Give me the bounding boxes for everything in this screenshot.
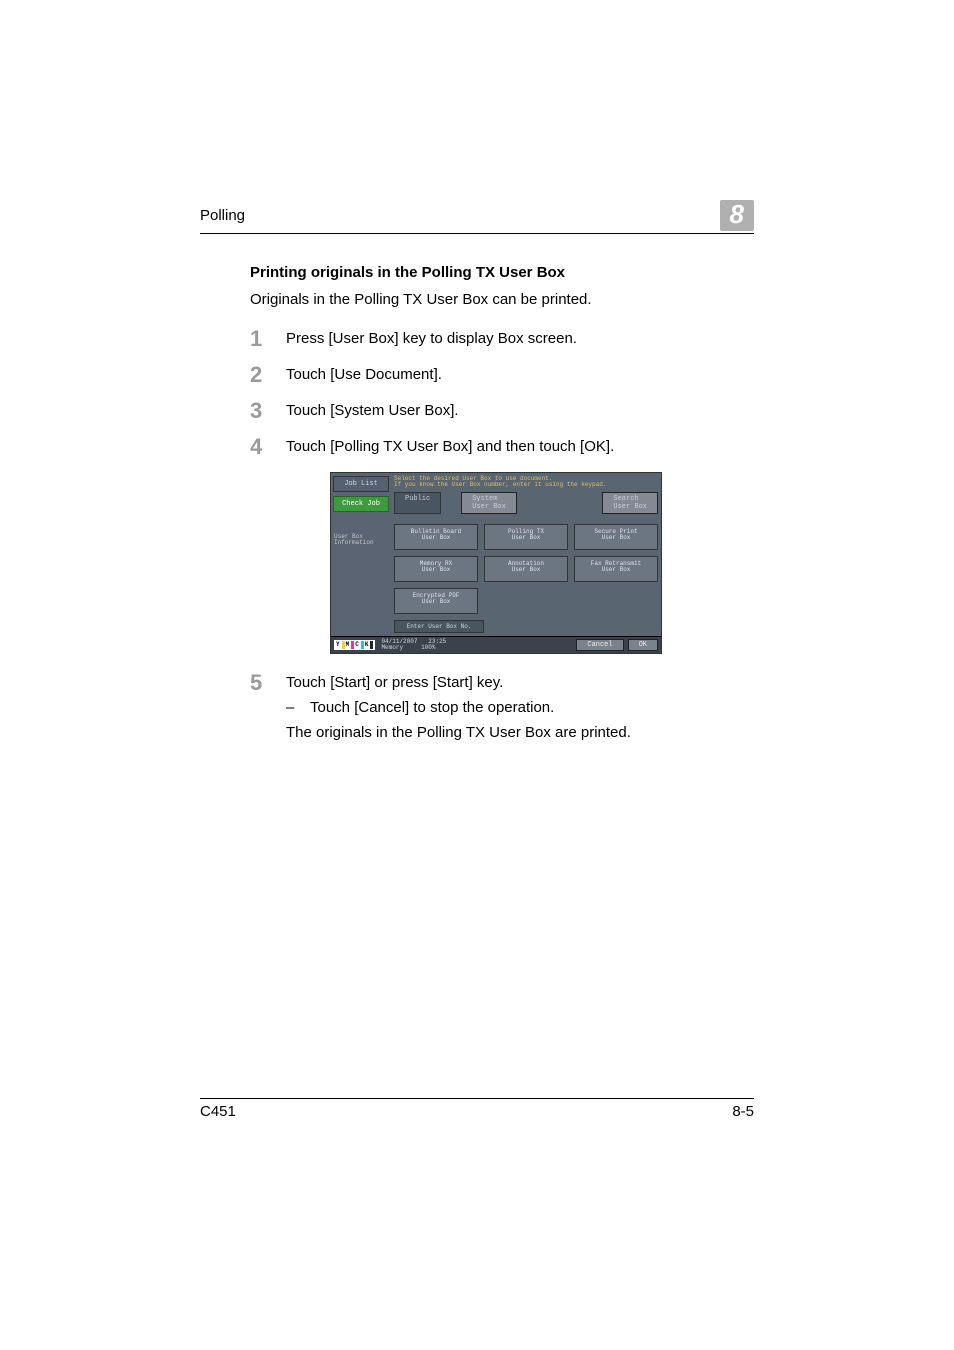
tab-public[interactable]: Public — [394, 492, 441, 514]
step-5: 5 Touch [Start] or press [Start] key. – … — [250, 672, 754, 741]
section-heading: Printing originals in the Polling TX Use… — [250, 264, 754, 281]
memory-label: Memory — [381, 644, 403, 651]
page-footer: C451 8-5 — [200, 1098, 754, 1120]
page-header: Polling 8 — [200, 200, 754, 234]
step-2: 2 Touch [Use Document]. — [250, 364, 754, 386]
step-text: Touch [Start] or press [Start] key. — [286, 674, 631, 691]
step-number: 3 — [250, 400, 286, 422]
memory-value: 100% — [421, 644, 435, 651]
step-3: 3 Touch [System User Box]. — [250, 400, 754, 422]
step-text: Touch [Use Document]. — [286, 364, 442, 383]
step-text: Touch [System User Box]. — [286, 400, 459, 419]
user-box-info-label: User BoxInformation — [333, 532, 389, 548]
tab-search[interactable]: SearchUser Box — [602, 492, 658, 514]
model-label: C451 — [200, 1103, 236, 1120]
step-number: 4 — [250, 436, 286, 458]
annotation-box[interactable]: AnnotationUser Box — [484, 556, 568, 582]
step-text: Press [User Box] key to display Box scre… — [286, 328, 577, 347]
memory-rx-box[interactable]: Memory RXUser Box — [394, 556, 478, 582]
toner-indicator: Y M C K — [334, 640, 375, 650]
cancel-button[interactable]: Cancel — [576, 639, 623, 651]
tab-system[interactable]: SystemUser Box — [461, 492, 517, 514]
intro-text: Originals in the Polling TX User Box can… — [250, 291, 754, 308]
secure-print-box[interactable]: Secure PrintUser Box — [574, 524, 658, 550]
step-text: Touch [Polling TX User Box] and then tou… — [286, 436, 614, 455]
check-job-button[interactable]: Check Job — [333, 496, 389, 512]
header-title: Polling — [200, 207, 245, 224]
fax-retransmit-box[interactable]: Fax RetransmitUser Box — [574, 556, 658, 582]
step-sub-bullet: – Touch [Cancel] to stop the operation. — [286, 699, 631, 716]
device-screenshot: Job List Check Job User BoxInformation S… — [330, 472, 662, 654]
box-grid: Bulletin BoardUser Box Polling TXUser Bo… — [394, 524, 658, 614]
ok-button[interactable]: OK — [628, 639, 658, 651]
chapter-badge: 8 — [720, 200, 754, 231]
step-1: 1 Press [User Box] key to display Box sc… — [250, 328, 754, 350]
step-number: 2 — [250, 364, 286, 386]
bulletin-board-box[interactable]: Bulletin BoardUser Box — [394, 524, 478, 550]
page-number: 8-5 — [732, 1103, 754, 1120]
sub-text: Touch [Cancel] to stop the operation. — [310, 699, 554, 716]
date-time: 04/11/2007 23:25 Memory 100% — [381, 639, 446, 651]
enter-box-no-button[interactable]: Enter User Box No. — [394, 620, 484, 633]
tab-row: Public SystemUser Box SearchUser Box — [394, 492, 658, 514]
job-list-button[interactable]: Job List — [333, 476, 389, 492]
encrypted-pdf-box[interactable]: Encrypted PDFUser Box — [394, 588, 478, 614]
step-number: 1 — [250, 328, 286, 350]
polling-tx-box[interactable]: Polling TXUser Box — [484, 524, 568, 550]
screenshot-footer: Y M C K 04/11/2007 23:25 Memory 100% Can… — [331, 636, 661, 653]
hint-text: Select the desired User Box to use docum… — [394, 476, 658, 489]
follow-text: The originals in the Polling TX User Box… — [286, 724, 631, 741]
dash-icon: – — [286, 699, 310, 716]
screenshot-sidebar: Job List Check Job User BoxInformation — [331, 473, 391, 636]
step-4: 4 Touch [Polling TX User Box] and then t… — [250, 436, 754, 458]
step-number: 5 — [250, 672, 286, 694]
